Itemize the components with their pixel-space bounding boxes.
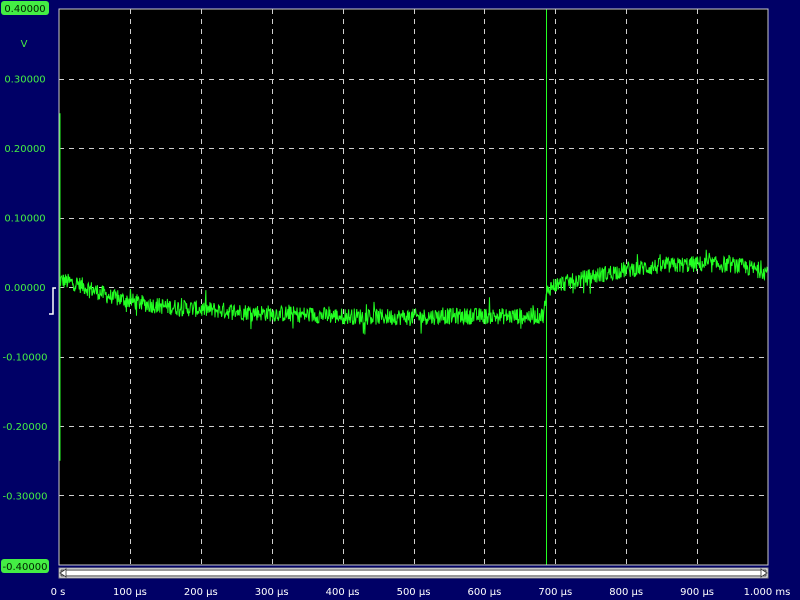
x-tick-label: 900 µs: [680, 587, 714, 598]
scroll-thumb[interactable]: [60, 569, 767, 577]
x-tick-label: 1.000 ms: [744, 587, 791, 598]
y-unit-label: V: [21, 39, 28, 50]
horizontal-scrollbar[interactable]: [58, 567, 769, 579]
y-tick-label: 0.00000: [4, 283, 45, 294]
x-tick-label: 200 µs: [184, 587, 218, 598]
x-tick-label: 0 s: [51, 587, 66, 598]
x-tick-labels: 0 s 100 µs 200 µs 300 µs 400 µs 500 µs 600 µs 7…: [51, 587, 791, 598]
y-min-label: -0.40000: [3, 562, 48, 573]
y-tick-label: 0.30000: [4, 75, 45, 86]
x-tick-label: 700 µs: [538, 587, 572, 598]
x-tick-label: 300 µs: [255, 587, 289, 598]
oscilloscope-display: 0.40000 V 0.30000 0.20000 0.10000 0.00000 -0…: [1, 1, 791, 598]
y-max-badge[interactable]: 0.40000: [1, 1, 49, 15]
x-tick-label: 100 µs: [113, 587, 147, 598]
x-tick-label: 500 µs: [397, 587, 431, 598]
zero-level-marker[interactable]: [49, 287, 56, 315]
y-tick-label: -0.10000: [3, 353, 48, 364]
y-tick-label: -0.30000: [3, 492, 48, 503]
y-tick-label: 0.20000: [4, 144, 45, 155]
x-tick-label: 800 µs: [609, 587, 643, 598]
x-tick-label: 400 µs: [326, 587, 360, 598]
y-max-label: 0.40000: [4, 4, 45, 15]
y-tick-label: -0.20000: [3, 422, 48, 433]
y-tick-labels: 0.30000 0.20000 0.10000 0.00000 -0.10000 -0.2…: [3, 75, 48, 503]
y-tick-label: 0.10000: [4, 214, 45, 225]
y-min-badge[interactable]: -0.40000: [1, 559, 49, 573]
x-tick-label: 600 µs: [467, 587, 501, 598]
